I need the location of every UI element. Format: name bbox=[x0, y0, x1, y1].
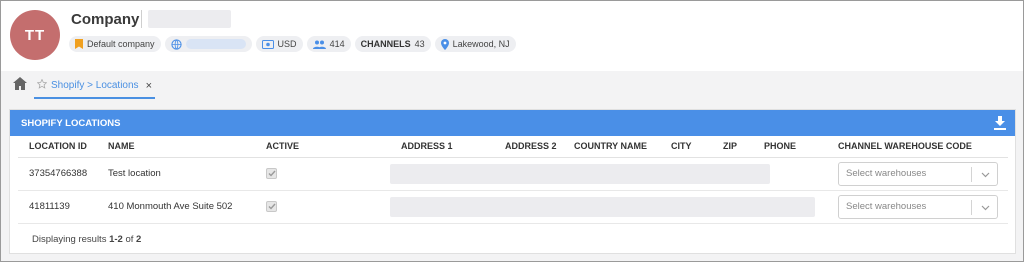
tab-bar: Shopify > Locations × bbox=[1, 71, 1023, 99]
map-pin-icon bbox=[440, 38, 449, 50]
users-count: 414 bbox=[329, 39, 345, 49]
redacted-website bbox=[185, 39, 246, 49]
default-company-chip: Default company bbox=[69, 36, 161, 52]
column-header[interactable]: CHANNEL WAREHOUSE CODE bbox=[827, 136, 1008, 158]
tab-label: Shopify > Locations bbox=[51, 80, 139, 91]
column-header[interactable]: LOCATION ID bbox=[18, 136, 97, 158]
users-chip: 414 bbox=[306, 36, 351, 52]
warehouse-cell: Select warehouses bbox=[827, 157, 1008, 191]
active-checkbox bbox=[266, 167, 277, 179]
channels-chip: CHANNELS 43 bbox=[354, 36, 431, 52]
panel-header: SHOPIFY LOCATIONS bbox=[10, 110, 1015, 136]
redacted-address bbox=[390, 163, 770, 184]
warehouse-placeholder: Select warehouses bbox=[846, 201, 927, 212]
location-label: Lakewood, NJ bbox=[452, 39, 510, 49]
default-company-label: Default company bbox=[87, 39, 155, 49]
page-title: Company bbox=[71, 11, 140, 28]
results-prefix: Displaying results bbox=[32, 233, 110, 245]
website-chip[interactable] bbox=[164, 36, 252, 52]
active-cell bbox=[255, 190, 390, 224]
money-icon bbox=[261, 39, 274, 49]
redacted-address bbox=[390, 196, 815, 217]
active-checkbox bbox=[266, 200, 277, 212]
home-icon[interactable] bbox=[13, 77, 27, 91]
column-header[interactable]: ADDRESS 2 bbox=[494, 136, 563, 158]
company-header: TT Company Default company USD 414 CHANN… bbox=[1, 1, 1023, 71]
bookmark-icon bbox=[75, 39, 83, 49]
chevron-down-icon[interactable] bbox=[981, 170, 990, 181]
results-range: 1-2 bbox=[109, 233, 123, 245]
name-cell: Test location bbox=[97, 157, 255, 191]
avatar[interactable]: TT bbox=[10, 10, 60, 60]
currency-chip: USD bbox=[255, 36, 303, 52]
column-header[interactable]: ACTIVE bbox=[255, 136, 390, 158]
chevron-down-icon[interactable] bbox=[981, 203, 990, 214]
results-total: 2 bbox=[136, 233, 142, 245]
warehouse-placeholder: Select warehouses bbox=[846, 168, 927, 179]
app-frame: TT Company Default company USD 414 CHANN… bbox=[0, 0, 1024, 262]
location-id-cell: 37354766388 bbox=[18, 157, 97, 191]
table-row[interactable]: 41811139 410 Monmouth Ave Suite 502 Sele… bbox=[18, 190, 1008, 224]
location-id-cell: 41811139 bbox=[18, 190, 97, 224]
select-divider bbox=[971, 199, 972, 215]
column-header[interactable]: PHONE bbox=[753, 136, 827, 158]
locations-table: LOCATION ID NAME ACTIVE ADDRESS 1 ADDRES… bbox=[18, 136, 1008, 224]
select-divider bbox=[971, 166, 972, 182]
channels-label: CHANNELS bbox=[360, 39, 411, 49]
channels-count: 43 bbox=[414, 39, 425, 49]
active-cell bbox=[255, 157, 390, 191]
panel-title: SHOPIFY LOCATIONS bbox=[21, 117, 121, 129]
tab-shopify-locations[interactable]: Shopify > Locations × bbox=[34, 74, 155, 99]
column-header[interactable]: ADDRESS 1 bbox=[390, 136, 494, 158]
pagination-summary: Displaying results 1-2 of 2 bbox=[10, 224, 1015, 245]
close-icon[interactable]: × bbox=[146, 80, 152, 92]
globe-icon bbox=[170, 38, 182, 50]
company-chips: Default company USD 414 CHANNELS 43 Lake… bbox=[69, 36, 516, 52]
redacted-address-cell bbox=[390, 190, 827, 224]
redacted-title bbox=[148, 10, 231, 28]
column-header[interactable]: ZIP bbox=[712, 136, 753, 158]
column-header[interactable]: NAME bbox=[97, 136, 255, 158]
warehouse-cell: Select warehouses bbox=[827, 190, 1008, 224]
location-chip: Lakewood, NJ bbox=[434, 36, 516, 52]
column-header[interactable]: CITY bbox=[660, 136, 712, 158]
users-icon bbox=[312, 40, 326, 49]
table-header-row: LOCATION ID NAME ACTIVE ADDRESS 1 ADDRES… bbox=[18, 136, 1008, 158]
warehouse-select[interactable]: Select warehouses bbox=[838, 161, 998, 186]
title-divider bbox=[141, 10, 142, 28]
shopify-locations-panel: SHOPIFY LOCATIONS LOCATION ID NAME ACTIV… bbox=[9, 109, 1016, 254]
column-header[interactable]: COUNTRY NAME bbox=[563, 136, 660, 158]
warehouse-select[interactable]: Select warehouses bbox=[838, 194, 998, 219]
name-cell: 410 Monmouth Ave Suite 502 bbox=[97, 190, 255, 224]
download-icon[interactable] bbox=[994, 116, 1006, 130]
currency-label: USD bbox=[277, 39, 297, 49]
redacted-address-cell bbox=[390, 157, 827, 191]
results-of: of bbox=[122, 233, 137, 245]
table-row[interactable]: 37354766388 Test location Select warehou… bbox=[18, 157, 1008, 191]
star-icon[interactable] bbox=[36, 78, 48, 92]
